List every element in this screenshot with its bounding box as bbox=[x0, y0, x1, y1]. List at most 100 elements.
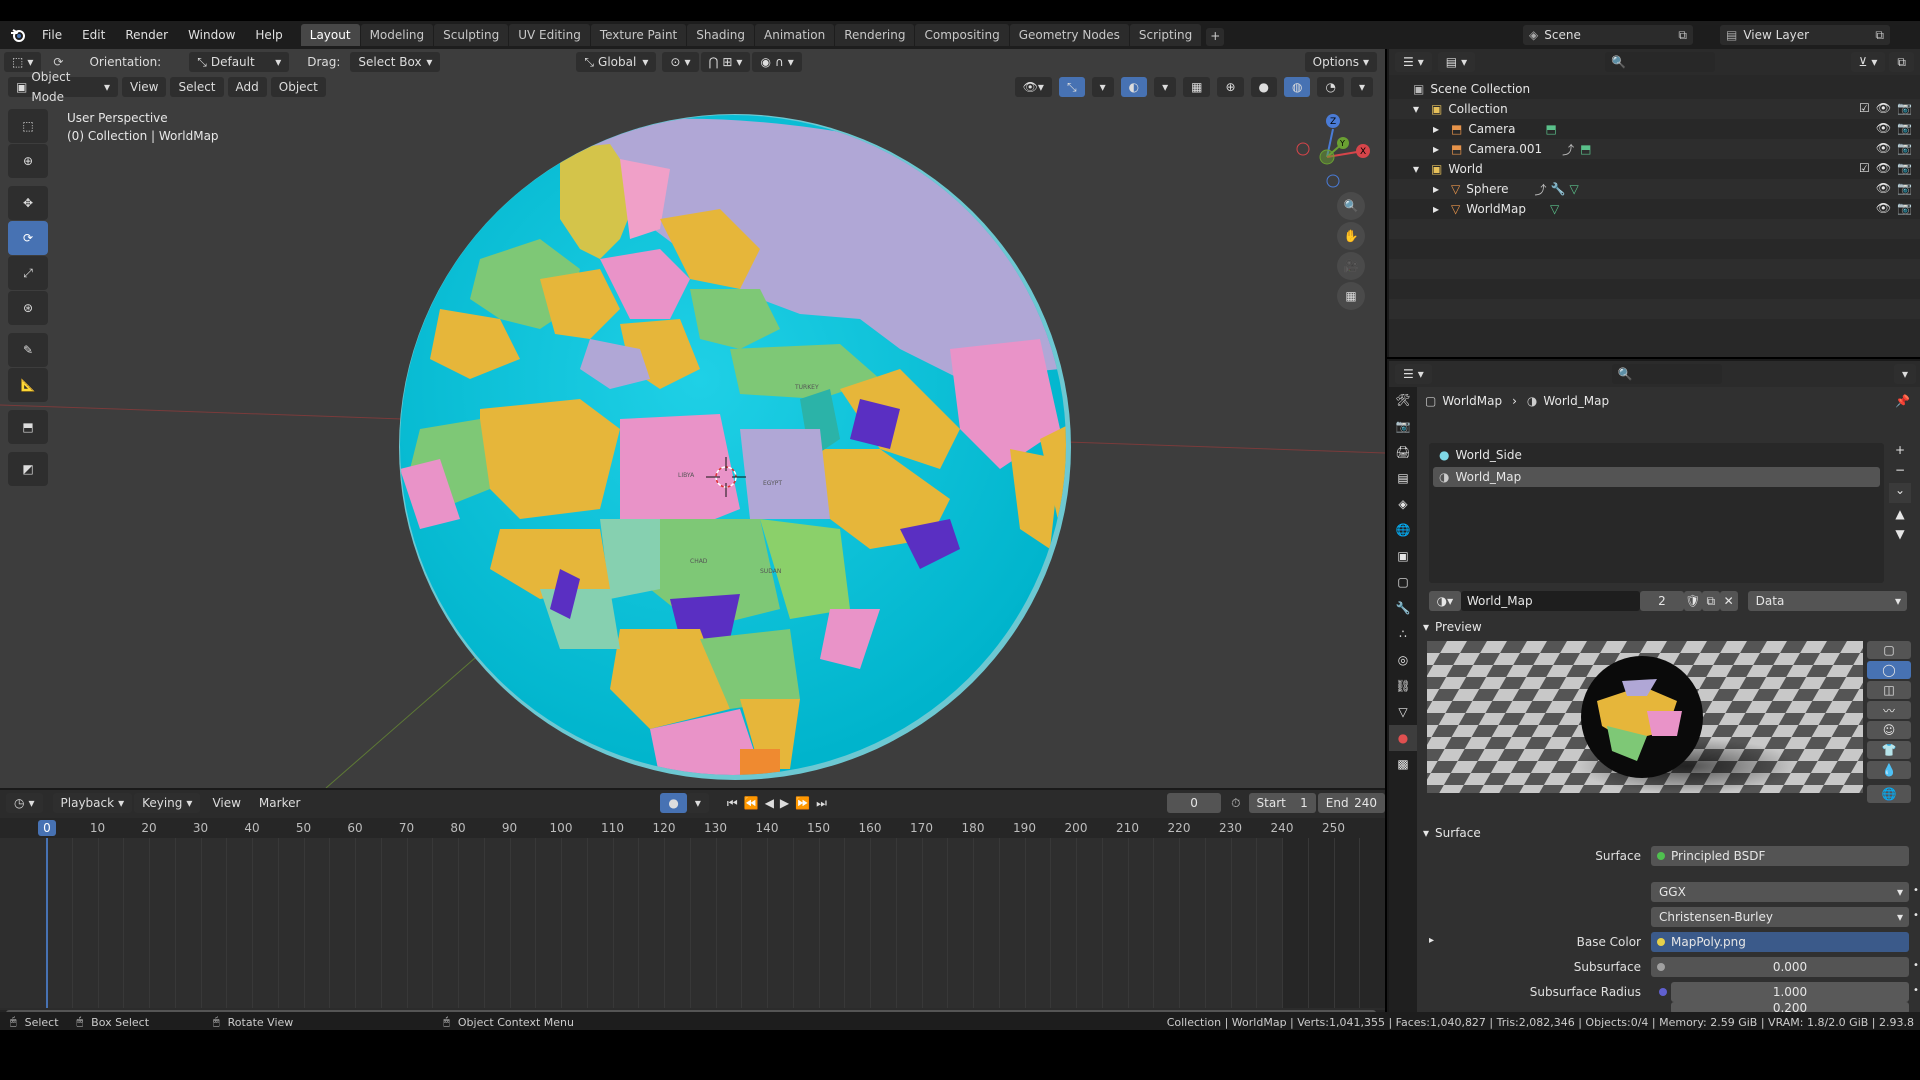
overlays-toggle-icon[interactable]: ◐ bbox=[1120, 77, 1148, 97]
constraints-tab-icon[interactable]: ⛓ bbox=[1389, 673, 1417, 699]
texture-tab-icon[interactable]: ▩ bbox=[1389, 751, 1417, 777]
pan-hand-icon[interactable]: ✋ bbox=[1337, 222, 1365, 250]
new-collection-icon[interactable]: ⧉ bbox=[1889, 52, 1914, 72]
add-slot-icon[interactable]: + bbox=[1889, 443, 1911, 463]
viewport-menu-view[interactable]: View bbox=[122, 77, 167, 97]
timeline-menu-marker[interactable]: Marker bbox=[259, 796, 300, 810]
preview-monkey-icon[interactable]: ☺ bbox=[1867, 721, 1911, 739]
material-users-count[interactable]: 2 bbox=[1640, 591, 1684, 611]
eye-icon[interactable]: 👁 bbox=[1876, 101, 1891, 115]
timeline-menu-view[interactable]: View bbox=[212, 796, 240, 810]
eye-icon[interactable]: 👁 bbox=[1876, 161, 1891, 175]
move-slot-down-icon[interactable]: ▼ bbox=[1889, 527, 1911, 547]
subsurface-radius-x-field[interactable]: 1.000 bbox=[1671, 982, 1909, 1002]
ruler-frame-number[interactable]: 20 bbox=[141, 821, 156, 835]
tab-sculpting[interactable]: Sculpting bbox=[434, 24, 509, 46]
ruler-frame-number[interactable]: 180 bbox=[962, 821, 985, 835]
auto-keying-toggle[interactable]: ● bbox=[660, 793, 687, 813]
ruler-frame-number[interactable]: 40 bbox=[244, 821, 259, 835]
tab-texture-paint[interactable]: Texture Paint bbox=[590, 24, 687, 46]
ruler-frame-number[interactable]: 140 bbox=[756, 821, 779, 835]
menu-render[interactable]: Render bbox=[115, 21, 178, 49]
ruler-frame-number[interactable]: 80 bbox=[450, 821, 465, 835]
zoom-icon[interactable]: 🔍 bbox=[1337, 192, 1365, 220]
keyframe-dot-icon[interactable]: • bbox=[1913, 960, 1919, 971]
browse-material-icon[interactable]: ◑▾ bbox=[1429, 591, 1461, 611]
eye-icon[interactable]: 👁 bbox=[1876, 181, 1891, 195]
ruler-frame-number[interactable]: 200 bbox=[1065, 821, 1088, 835]
pivot-point-dropdown[interactable]: ⊙ ▾ bbox=[662, 52, 699, 72]
preview-cube-icon[interactable]: ◫ bbox=[1867, 681, 1911, 699]
xray-toggle-icon[interactable]: ▦ bbox=[1183, 77, 1211, 97]
render-camera-icon[interactable]: 📷 bbox=[1897, 181, 1912, 195]
ruler-frame-number[interactable]: 100 bbox=[550, 821, 573, 835]
ruler-frame-number[interactable]: 190 bbox=[1013, 821, 1036, 835]
blender-logo-icon[interactable] bbox=[4, 21, 32, 49]
menu-edit[interactable]: Edit bbox=[72, 21, 115, 49]
next-keyframe-icon[interactable]: ⏩ bbox=[795, 796, 810, 811]
preview-range-icon[interactable]: ⏱ bbox=[1231, 796, 1240, 811]
outliner-row-camera-001[interactable]: ▸ ⬒ Camera.001 ⤴ ⬒ 👁 📷 bbox=[1389, 139, 1920, 159]
tab-compositing[interactable]: Compositing bbox=[915, 24, 1009, 46]
ruler-frame-number[interactable]: 110 bbox=[601, 821, 624, 835]
shading-dropdown[interactable]: ▾ bbox=[1350, 77, 1373, 97]
3d-viewport[interactable]: LIBYA EGYPT TURKEY SUDAN CHAD Z Y X ⬚ ▾ … bbox=[0, 49, 1385, 788]
tab-rendering[interactable]: Rendering bbox=[835, 24, 915, 46]
ruler-frame-number[interactable]: 120 bbox=[653, 821, 676, 835]
display-mode-dropdown[interactable]: ▤ ▾ bbox=[1437, 52, 1476, 72]
ruler-frame-number[interactable]: 90 bbox=[502, 821, 517, 835]
material-slot-world-map[interactable]: ◑ World_Map bbox=[1433, 467, 1880, 487]
outliner-editor[interactable]: ☰ ▾ ▤ ▾ 🔍 ⊻ ▾ ⧉ ▣ Scene Collection ▾ ▣ Coll… bbox=[1387, 49, 1920, 357]
rendered-shading-icon[interactable]: ◔ bbox=[1317, 77, 1344, 97]
transform-orientation-dropdown[interactable]: ⤡ Global ▾ bbox=[576, 52, 657, 72]
menu-window[interactable]: Window bbox=[178, 21, 245, 49]
add-cube-tool[interactable]: ⬒ bbox=[8, 410, 48, 444]
render-camera-icon[interactable]: 📷 bbox=[1897, 161, 1912, 175]
output-tab-icon[interactable]: 🖨 bbox=[1389, 439, 1417, 465]
view-layer-tab-icon[interactable]: ▤ bbox=[1389, 465, 1417, 491]
collection-tab-icon[interactable]: ▣ bbox=[1389, 543, 1417, 569]
remove-slot-icon[interactable]: − bbox=[1889, 463, 1911, 483]
material-slot-world-side[interactable]: ● World_Side bbox=[1433, 445, 1880, 465]
tab-geometry-nodes[interactable]: Geometry Nodes bbox=[1009, 24, 1129, 46]
overlays-dropdown[interactable]: ▾ bbox=[1154, 77, 1177, 97]
play-reverse-icon[interactable]: ◀ bbox=[765, 796, 774, 811]
material-tab-icon[interactable]: ● bbox=[1389, 725, 1417, 751]
new-scene-icon[interactable]: ⧉ bbox=[1678, 28, 1687, 43]
expand-arrow-icon[interactable]: ▸ bbox=[1433, 202, 1445, 216]
base-color-texture-field[interactable]: MapPoly.png bbox=[1651, 932, 1909, 952]
tool-tab-icon[interactable]: 🛠 bbox=[1389, 387, 1417, 413]
ruler-frame-number[interactable]: 50 bbox=[296, 821, 311, 835]
keyframe-dot-icon[interactable]: • bbox=[1913, 985, 1919, 996]
expand-arrow-icon[interactable]: ▾ bbox=[1413, 162, 1425, 176]
ruler-frame-number[interactable]: 70 bbox=[399, 821, 414, 835]
perspective-toggle-icon[interactable]: ▦ bbox=[1337, 282, 1365, 310]
preview-sphere-icon[interactable]: ◯ bbox=[1867, 661, 1911, 679]
timeline-editor-type-button[interactable]: ◷ ▾ bbox=[6, 793, 43, 813]
surface-shader-field[interactable]: Principled BSDF bbox=[1651, 846, 1909, 866]
viewport-menu-object[interactable]: Object bbox=[270, 77, 326, 97]
ruler-frame-number[interactable]: 10 bbox=[90, 821, 105, 835]
outliner-filter-dropdown[interactable]: ⊻ ▾ bbox=[1850, 52, 1886, 72]
properties-options-dropdown[interactable]: ▾ bbox=[1893, 364, 1916, 384]
proportional-editing-toggle[interactable]: ◉ ∩ ▾ bbox=[752, 52, 802, 72]
outliner-row-collection[interactable]: ▾ ▣ Collection ☑ 👁 📷 bbox=[1389, 99, 1920, 119]
ruler-frame-number[interactable]: 130 bbox=[704, 821, 727, 835]
data-tab-icon[interactable]: ▽ bbox=[1389, 699, 1417, 725]
expand-arrow-icon[interactable]: ▸ bbox=[1433, 142, 1445, 156]
tab-scripting[interactable]: Scripting bbox=[1129, 24, 1202, 46]
jump-end-icon[interactable]: ⏭ bbox=[816, 796, 827, 811]
jump-start-icon[interactable]: ⏮ bbox=[727, 796, 738, 811]
render-camera-icon[interactable]: 📷 bbox=[1897, 101, 1912, 115]
select-box-tool[interactable]: ⬚ bbox=[8, 109, 48, 143]
timeline-editor[interactable]: ◷ ▾ Playback ▾ Keying ▾ View Marker ● ▾ ⏮ ⏪… bbox=[0, 788, 1386, 1020]
preview-flat-icon[interactable]: ▢ bbox=[1867, 641, 1911, 659]
outliner-row-camera[interactable]: ▸ ⬒ Camera ⬒ 👁 📷 bbox=[1389, 119, 1920, 139]
render-camera-icon[interactable]: 📷 bbox=[1897, 121, 1912, 135]
view-layer-selector[interactable]: ▤ View Layer ⧉ bbox=[1720, 25, 1890, 45]
end-frame-field[interactable]: End 240 bbox=[1317, 793, 1386, 813]
timeline-ruler[interactable]: 0 10 20 30 40 50 60 70 80 90 100 110 120 130 140 150 16… bbox=[0, 818, 1385, 838]
outliner-row-worldmap[interactable]: ▸ ▽ WorldMap ▽ 👁 📷 bbox=[1389, 199, 1920, 219]
measure-tool[interactable]: 📐 bbox=[8, 368, 48, 402]
playhead-frame[interactable]: 0 bbox=[38, 820, 56, 836]
